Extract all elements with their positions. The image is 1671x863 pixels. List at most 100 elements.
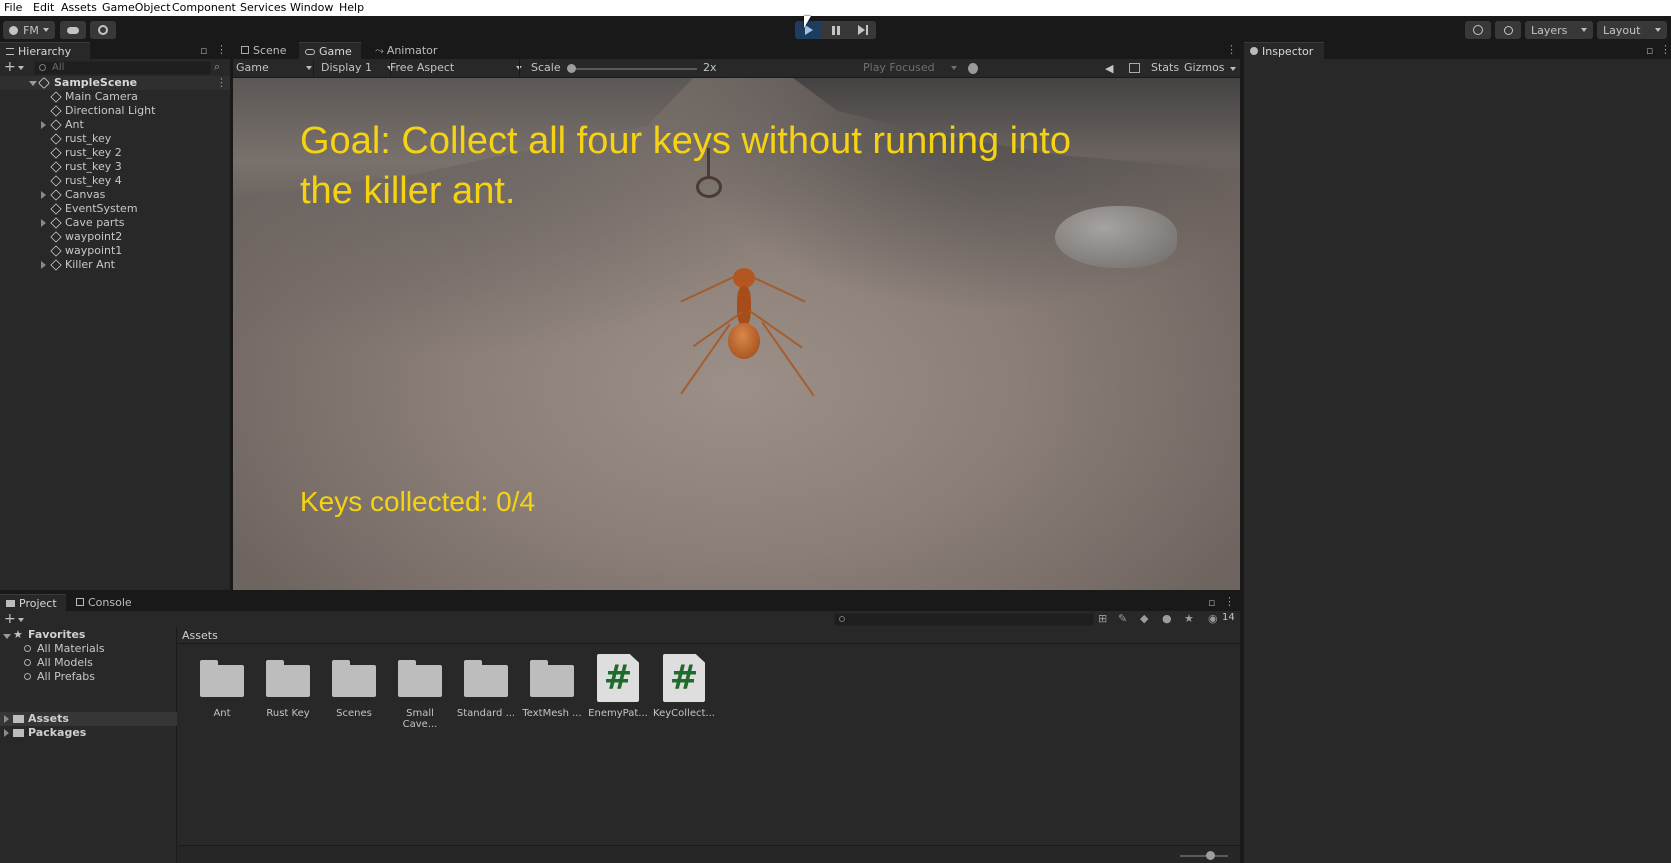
collapse-arrow-icon[interactable] (29, 81, 37, 86)
expand-arrow-icon[interactable] (41, 121, 46, 129)
icon-size-thumb[interactable] (1206, 851, 1215, 860)
asset-item[interactable]: Standard ... (454, 645, 518, 725)
breadcrumb[interactable]: Assets (182, 629, 218, 642)
hierarchy-item[interactable]: Ant (0, 118, 230, 132)
lock-icon[interactable]: ▫ (200, 44, 207, 57)
hierarchy-item[interactable]: Canvas (0, 188, 230, 202)
tab-inspector[interactable]: Inspector (1244, 42, 1324, 59)
hierarchy-item[interactable]: EventSystem (0, 202, 230, 216)
hierarchy-item[interactable]: waypoint1 (0, 244, 230, 258)
search-by-label-icon[interactable]: ✎ (1118, 612, 1127, 625)
menu-help[interactable]: Help (339, 1, 364, 14)
project-lock-icon[interactable]: ▫ (1208, 596, 1215, 609)
scene-row[interactable]: SampleScene ⋮ (0, 76, 230, 90)
layout-dropdown[interactable]: Layout (1597, 21, 1667, 39)
menu-window[interactable]: Window (290, 1, 333, 14)
step-button[interactable] (849, 21, 876, 39)
game-viewport[interactable]: Goal: Collect all four keys without runn… (233, 78, 1240, 590)
tab-animator[interactable]: ⤳ Animator (369, 42, 447, 59)
goal-text: Goal: Collect all four keys without runn… (300, 120, 1071, 212)
asset-item[interactable]: TextMesh ... (520, 645, 584, 725)
pause-button[interactable] (822, 21, 849, 39)
cloud-button[interactable] (60, 21, 86, 39)
menu-edit[interactable]: Edit (33, 1, 54, 14)
gizmos-dropdown-arrow[interactable] (1230, 67, 1236, 71)
search-options-icon[interactable]: ⌕ (214, 60, 220, 74)
display-dropdown[interactable]: Display 1 (321, 61, 393, 74)
hidden-packages-icon[interactable]: ◉ (1208, 612, 1218, 625)
star-icon: ★ (13, 628, 23, 641)
undo-history-button[interactable] (1465, 21, 1491, 39)
expand-arrow-icon[interactable] (41, 261, 46, 269)
warning-filter-icon[interactable]: ● (1162, 612, 1172, 625)
search-by-type-icon[interactable]: ⊞ (1098, 612, 1107, 625)
expand-arrow-icon[interactable] (4, 729, 9, 737)
menu-assets[interactable]: Assets (61, 1, 97, 14)
tab-game[interactable]: Game (299, 42, 361, 59)
menu-file[interactable]: File (4, 1, 22, 14)
center-kebab-icon[interactable]: ⋮ (1226, 43, 1237, 56)
stats-grid-icon[interactable] (1129, 63, 1140, 73)
tag-icon[interactable]: ◆ (1140, 612, 1148, 625)
hierarchy-search-input[interactable]: All (34, 61, 211, 75)
favorites-collapse-icon[interactable] (3, 634, 11, 639)
asset-item[interactable]: Rust Key (256, 645, 320, 725)
bug-icon[interactable] (968, 63, 978, 74)
asset-item[interactable]: Ant (190, 645, 254, 725)
hierarchy-item[interactable]: waypoint2 (0, 230, 230, 244)
tab-hierarchy[interactable]: Hierarchy (0, 42, 90, 59)
asset-item[interactable]: # KeyCollect... (652, 645, 716, 725)
settings-button[interactable] (90, 21, 116, 39)
hierarchy-item[interactable]: rust_key 2 (0, 146, 230, 160)
project-add-icon[interactable]: + (4, 611, 16, 627)
project-add-dropdown-arrow[interactable] (18, 618, 24, 622)
layers-dropdown[interactable]: Layers (1525, 21, 1593, 39)
icon-size-slider[interactable] (1180, 851, 1228, 860)
hierarchy-item[interactable]: rust_key (0, 132, 230, 146)
hierarchy-item[interactable]: rust_key 3 (0, 160, 230, 174)
account-dropdown[interactable]: FM (3, 21, 55, 39)
add-dropdown-arrow[interactable] (18, 66, 24, 70)
project-kebab-icon[interactable]: ⋮ (1224, 595, 1235, 608)
scale-slider[interactable] (567, 64, 697, 73)
star-icon[interactable]: ★ (1184, 612, 1194, 625)
scene-menu-icon[interactable]: ⋮ (216, 76, 227, 89)
play-mode-dropdown[interactable]: Play Focused (863, 61, 957, 74)
stats-button[interactable]: Stats (1151, 61, 1179, 74)
add-icon[interactable]: + (4, 59, 16, 75)
hierarchy-item[interactable]: Cave parts (0, 216, 230, 230)
project-root-assets[interactable]: Assets (0, 712, 177, 726)
tab-scene[interactable]: Scene (235, 42, 297, 59)
scale-slider-thumb[interactable] (567, 64, 576, 73)
expand-arrow-icon[interactable] (4, 715, 9, 723)
menu-component[interactable]: Component (172, 1, 236, 14)
asset-item[interactable]: Scenes (322, 645, 386, 725)
expand-arrow-icon[interactable] (41, 191, 46, 199)
expand-arrow-icon[interactable] (41, 219, 46, 227)
kebab-menu-icon[interactable]: ⋮ (216, 43, 227, 56)
favorite-item[interactable]: All Models (24, 656, 93, 670)
favorite-item[interactable]: All Materials (24, 642, 105, 656)
gizmos-button[interactable]: Gizmos (1184, 61, 1225, 74)
asset-item[interactable]: # EnemyPat... (586, 645, 650, 725)
hierarchy-item[interactable]: Killer Ant (0, 258, 230, 272)
tab-console[interactable]: Console (70, 594, 140, 611)
project-search-input[interactable] (834, 613, 1094, 626)
menu-gameobject[interactable]: GameObject (102, 1, 171, 14)
view-dropdown[interactable]: Game (236, 61, 312, 74)
gameobject-cube-icon (50, 259, 62, 271)
hierarchy-item[interactable]: Directional Light (0, 104, 230, 118)
search-button[interactable] (1495, 21, 1521, 39)
favorite-item[interactable]: All Prefabs (24, 670, 95, 684)
hierarchy-item[interactable]: Main Camera (0, 90, 230, 104)
search-icon (24, 659, 31, 666)
inspector-lock-icon[interactable]: ▫ (1646, 44, 1653, 57)
menu-services[interactable]: Services (240, 1, 286, 14)
inspector-kebab-icon[interactable]: ⋮ (1660, 43, 1671, 56)
hierarchy-item[interactable]: rust_key 4 (0, 174, 230, 188)
mute-audio-icon[interactable]: ◀ (1105, 62, 1113, 75)
project-root-packages[interactable]: Packages (0, 726, 177, 740)
tab-project[interactable]: Project (0, 594, 66, 611)
asset-item[interactable]: Small Cave... (388, 645, 452, 730)
aspect-dropdown[interactable]: Free Aspect (390, 61, 522, 74)
